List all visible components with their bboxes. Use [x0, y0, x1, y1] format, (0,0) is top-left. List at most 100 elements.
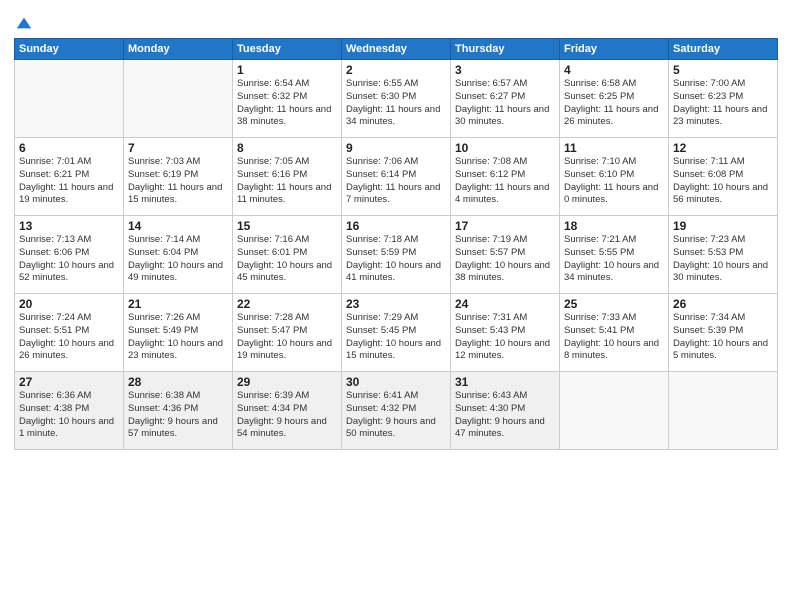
- day-info: Sunrise: 6:36 AMSunset: 4:38 PMDaylight:…: [19, 390, 119, 441]
- day-number: 29: [237, 375, 337, 389]
- day-info: Sunrise: 7:34 AMSunset: 5:39 PMDaylight:…: [673, 312, 773, 363]
- day-number: 15: [237, 219, 337, 233]
- day-info: Sunrise: 7:29 AMSunset: 5:45 PMDaylight:…: [346, 312, 446, 363]
- day-number: 20: [19, 297, 119, 311]
- day-info: Sunrise: 6:54 AMSunset: 6:32 PMDaylight:…: [237, 78, 337, 129]
- day-number: 11: [564, 141, 664, 155]
- day-info: Sunrise: 6:57 AMSunset: 6:27 PMDaylight:…: [455, 78, 555, 129]
- calendar-cell: 27Sunrise: 6:36 AMSunset: 4:38 PMDayligh…: [15, 372, 124, 450]
- calendar-cell: [560, 372, 669, 450]
- day-info: Sunrise: 7:24 AMSunset: 5:51 PMDaylight:…: [19, 312, 119, 363]
- day-number: 9: [346, 141, 446, 155]
- calendar-cell: 23Sunrise: 7:29 AMSunset: 5:45 PMDayligh…: [342, 294, 451, 372]
- day-number: 16: [346, 219, 446, 233]
- calendar-table: SundayMondayTuesdayWednesdayThursdayFrid…: [14, 38, 778, 450]
- calendar-cell: 1Sunrise: 6:54 AMSunset: 6:32 PMDaylight…: [233, 60, 342, 138]
- calendar-cell: 29Sunrise: 6:39 AMSunset: 4:34 PMDayligh…: [233, 372, 342, 450]
- day-info: Sunrise: 7:01 AMSunset: 6:21 PMDaylight:…: [19, 156, 119, 207]
- weekday-header-tuesday: Tuesday: [233, 39, 342, 60]
- day-number: 5: [673, 63, 773, 77]
- calendar-cell: 13Sunrise: 7:13 AMSunset: 6:06 PMDayligh…: [15, 216, 124, 294]
- weekday-header-thursday: Thursday: [451, 39, 560, 60]
- calendar-cell: 16Sunrise: 7:18 AMSunset: 5:59 PMDayligh…: [342, 216, 451, 294]
- day-number: 24: [455, 297, 555, 311]
- day-info: Sunrise: 7:33 AMSunset: 5:41 PMDaylight:…: [564, 312, 664, 363]
- day-number: 17: [455, 219, 555, 233]
- day-info: Sunrise: 7:10 AMSunset: 6:10 PMDaylight:…: [564, 156, 664, 207]
- calendar-cell: 26Sunrise: 7:34 AMSunset: 5:39 PMDayligh…: [669, 294, 778, 372]
- calendar-cell: 17Sunrise: 7:19 AMSunset: 5:57 PMDayligh…: [451, 216, 560, 294]
- calendar-cell: 20Sunrise: 7:24 AMSunset: 5:51 PMDayligh…: [15, 294, 124, 372]
- day-info: Sunrise: 6:55 AMSunset: 6:30 PMDaylight:…: [346, 78, 446, 129]
- day-number: 7: [128, 141, 228, 155]
- day-number: 18: [564, 219, 664, 233]
- day-number: 8: [237, 141, 337, 155]
- week-row-3: 13Sunrise: 7:13 AMSunset: 6:06 PMDayligh…: [15, 216, 778, 294]
- day-number: 2: [346, 63, 446, 77]
- week-row-5: 27Sunrise: 6:36 AMSunset: 4:38 PMDayligh…: [15, 372, 778, 450]
- week-row-4: 20Sunrise: 7:24 AMSunset: 5:51 PMDayligh…: [15, 294, 778, 372]
- day-number: 19: [673, 219, 773, 233]
- calendar-cell: 5Sunrise: 7:00 AMSunset: 6:23 PMDaylight…: [669, 60, 778, 138]
- day-info: Sunrise: 6:38 AMSunset: 4:36 PMDaylight:…: [128, 390, 228, 441]
- weekday-header-monday: Monday: [124, 39, 233, 60]
- calendar-cell: 9Sunrise: 7:06 AMSunset: 6:14 PMDaylight…: [342, 138, 451, 216]
- header: [14, 10, 778, 32]
- day-number: 27: [19, 375, 119, 389]
- week-row-2: 6Sunrise: 7:01 AMSunset: 6:21 PMDaylight…: [15, 138, 778, 216]
- day-info: Sunrise: 7:18 AMSunset: 5:59 PMDaylight:…: [346, 234, 446, 285]
- logo: [14, 14, 33, 32]
- day-info: Sunrise: 6:58 AMSunset: 6:25 PMDaylight:…: [564, 78, 664, 129]
- calendar-cell: 31Sunrise: 6:43 AMSunset: 4:30 PMDayligh…: [451, 372, 560, 450]
- day-info: Sunrise: 7:28 AMSunset: 5:47 PMDaylight:…: [237, 312, 337, 363]
- day-number: 21: [128, 297, 228, 311]
- day-number: 28: [128, 375, 228, 389]
- weekday-header-wednesday: Wednesday: [342, 39, 451, 60]
- day-info: Sunrise: 7:03 AMSunset: 6:19 PMDaylight:…: [128, 156, 228, 207]
- day-info: Sunrise: 7:11 AMSunset: 6:08 PMDaylight:…: [673, 156, 773, 207]
- calendar-cell: 18Sunrise: 7:21 AMSunset: 5:55 PMDayligh…: [560, 216, 669, 294]
- day-info: Sunrise: 7:06 AMSunset: 6:14 PMDaylight:…: [346, 156, 446, 207]
- weekday-header-sunday: Sunday: [15, 39, 124, 60]
- calendar-cell: 14Sunrise: 7:14 AMSunset: 6:04 PMDayligh…: [124, 216, 233, 294]
- calendar-cell: 15Sunrise: 7:16 AMSunset: 6:01 PMDayligh…: [233, 216, 342, 294]
- day-info: Sunrise: 6:41 AMSunset: 4:32 PMDaylight:…: [346, 390, 446, 441]
- calendar-cell: 8Sunrise: 7:05 AMSunset: 6:16 PMDaylight…: [233, 138, 342, 216]
- day-number: 23: [346, 297, 446, 311]
- week-row-1: 1Sunrise: 6:54 AMSunset: 6:32 PMDaylight…: [15, 60, 778, 138]
- day-info: Sunrise: 7:14 AMSunset: 6:04 PMDaylight:…: [128, 234, 228, 285]
- calendar-cell: 12Sunrise: 7:11 AMSunset: 6:08 PMDayligh…: [669, 138, 778, 216]
- calendar-cell: 30Sunrise: 6:41 AMSunset: 4:32 PMDayligh…: [342, 372, 451, 450]
- day-info: Sunrise: 7:19 AMSunset: 5:57 PMDaylight:…: [455, 234, 555, 285]
- day-number: 12: [673, 141, 773, 155]
- calendar-cell: [15, 60, 124, 138]
- calendar-cell: 21Sunrise: 7:26 AMSunset: 5:49 PMDayligh…: [124, 294, 233, 372]
- day-info: Sunrise: 7:13 AMSunset: 6:06 PMDaylight:…: [19, 234, 119, 285]
- calendar-cell: 2Sunrise: 6:55 AMSunset: 6:30 PMDaylight…: [342, 60, 451, 138]
- page-container: SundayMondayTuesdayWednesdayThursdayFrid…: [0, 0, 792, 458]
- day-number: 30: [346, 375, 446, 389]
- calendar-cell: 22Sunrise: 7:28 AMSunset: 5:47 PMDayligh…: [233, 294, 342, 372]
- calendar-cell: 10Sunrise: 7:08 AMSunset: 6:12 PMDayligh…: [451, 138, 560, 216]
- day-number: 25: [564, 297, 664, 311]
- calendar-cell: 24Sunrise: 7:31 AMSunset: 5:43 PMDayligh…: [451, 294, 560, 372]
- weekday-header-row: SundayMondayTuesdayWednesdayThursdayFrid…: [15, 39, 778, 60]
- day-info: Sunrise: 6:39 AMSunset: 4:34 PMDaylight:…: [237, 390, 337, 441]
- weekday-header-friday: Friday: [560, 39, 669, 60]
- calendar-cell: 25Sunrise: 7:33 AMSunset: 5:41 PMDayligh…: [560, 294, 669, 372]
- day-info: Sunrise: 7:00 AMSunset: 6:23 PMDaylight:…: [673, 78, 773, 129]
- day-info: Sunrise: 6:43 AMSunset: 4:30 PMDaylight:…: [455, 390, 555, 441]
- day-info: Sunrise: 7:31 AMSunset: 5:43 PMDaylight:…: [455, 312, 555, 363]
- day-info: Sunrise: 7:21 AMSunset: 5:55 PMDaylight:…: [564, 234, 664, 285]
- calendar-cell: 19Sunrise: 7:23 AMSunset: 5:53 PMDayligh…: [669, 216, 778, 294]
- weekday-header-saturday: Saturday: [669, 39, 778, 60]
- day-number: 10: [455, 141, 555, 155]
- day-number: 31: [455, 375, 555, 389]
- day-info: Sunrise: 7:26 AMSunset: 5:49 PMDaylight:…: [128, 312, 228, 363]
- day-number: 22: [237, 297, 337, 311]
- calendar-cell: 4Sunrise: 6:58 AMSunset: 6:25 PMDaylight…: [560, 60, 669, 138]
- calendar-cell: 28Sunrise: 6:38 AMSunset: 4:36 PMDayligh…: [124, 372, 233, 450]
- day-number: 1: [237, 63, 337, 77]
- logo-icon: [15, 14, 33, 32]
- day-info: Sunrise: 7:23 AMSunset: 5:53 PMDaylight:…: [673, 234, 773, 285]
